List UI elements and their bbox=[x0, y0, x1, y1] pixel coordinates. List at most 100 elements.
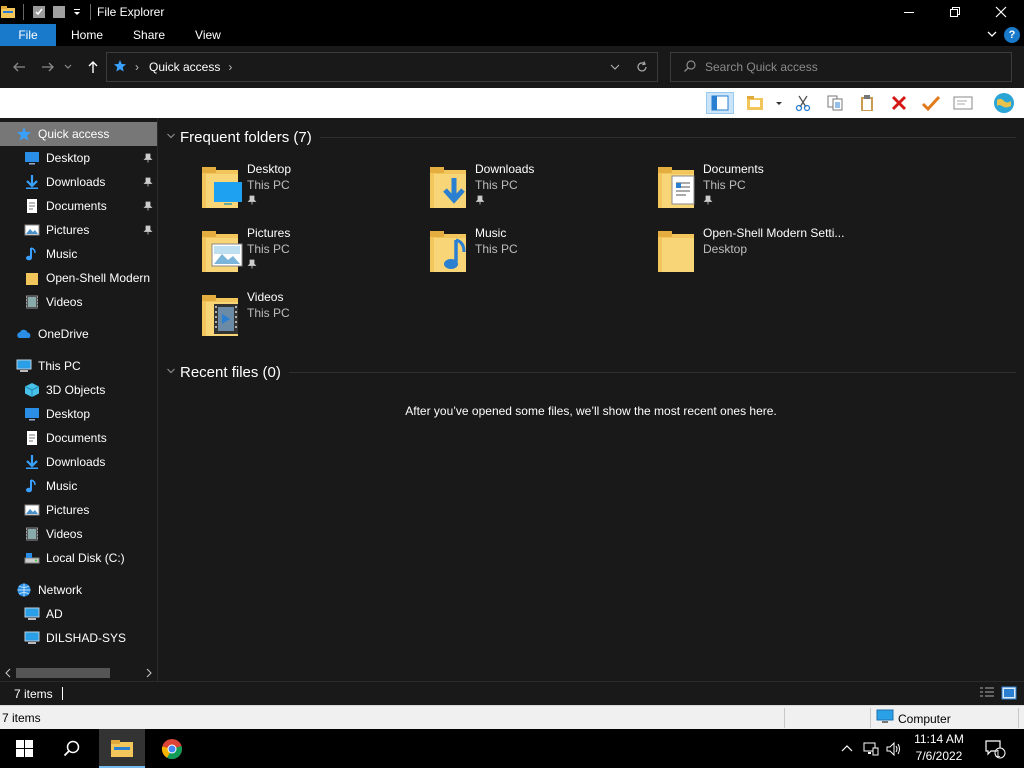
sidebar-item-music[interactable]: Music bbox=[0, 242, 157, 266]
start-button[interactable] bbox=[0, 729, 48, 768]
scrollbar-thumb[interactable] bbox=[16, 668, 110, 678]
minimize-button[interactable] bbox=[886, 0, 932, 24]
forward-button[interactable] bbox=[38, 57, 58, 77]
explorer-app-icon[interactable] bbox=[1, 5, 15, 19]
folder-icon bbox=[656, 228, 700, 274]
folder-tile[interactable]: Music This PC bbox=[428, 226, 656, 286]
properties-check-icon[interactable] bbox=[919, 92, 943, 114]
sidebar-item-desktop[interactable]: Desktop bbox=[0, 146, 157, 170]
drive-icon bbox=[24, 550, 40, 566]
quick-access-star-icon bbox=[113, 59, 127, 76]
sidebar-item-desktop[interactable]: Desktop bbox=[0, 402, 157, 426]
sidebar-item-downloads[interactable]: Downloads bbox=[0, 170, 157, 194]
cut-icon[interactable] bbox=[791, 92, 815, 114]
sidebar-item-quick-access[interactable]: Quick access bbox=[0, 122, 157, 146]
search-taskbar-button[interactable] bbox=[48, 729, 96, 768]
back-button[interactable] bbox=[9, 57, 29, 77]
sidebar-item-downloads[interactable]: Downloads bbox=[0, 450, 157, 474]
downloads-folder-icon bbox=[428, 164, 472, 210]
help-icon[interactable]: ? bbox=[1004, 27, 1020, 43]
title-bar: File Explorer bbox=[0, 0, 1024, 24]
restore-button[interactable] bbox=[932, 0, 978, 24]
folder-name: Music bbox=[475, 226, 507, 240]
sidebar-item-label: Open-Shell Modern bbox=[46, 271, 151, 285]
sidebar-horizontal-scrollbar[interactable] bbox=[0, 664, 157, 681]
tab-share[interactable]: Share bbox=[118, 24, 180, 46]
sidebar-item-ad[interactable]: AD bbox=[0, 602, 157, 626]
recent-locations-chevron-icon[interactable] bbox=[62, 57, 74, 77]
music-folder-icon bbox=[428, 228, 472, 274]
sidebar-item-pictures[interactable]: Pictures bbox=[0, 498, 157, 522]
collapse-chevron-icon[interactable] bbox=[166, 365, 176, 379]
address-bar[interactable]: › Quick access › bbox=[106, 52, 658, 82]
folder-tile[interactable]: Desktop This PC bbox=[200, 162, 428, 222]
delete-icon[interactable] bbox=[887, 92, 911, 114]
refresh-icon[interactable] bbox=[635, 60, 649, 77]
navigation-pane: Quick access Desktop Downloads Documents Pic… bbox=[0, 118, 157, 664]
options-dropdown-chevron-icon[interactable] bbox=[772, 92, 786, 114]
customize-qat-icon[interactable] bbox=[72, 5, 82, 19]
tab-file[interactable]: File bbox=[0, 24, 56, 46]
pin-icon bbox=[141, 200, 153, 214]
action-center-button[interactable]: 1 bbox=[980, 729, 1010, 768]
network-icon bbox=[16, 582, 32, 598]
video-icon bbox=[24, 526, 40, 542]
paste-icon[interactable] bbox=[855, 92, 879, 114]
folder-name: Downloads bbox=[475, 162, 535, 176]
desktop-icon bbox=[24, 406, 40, 422]
search-box[interactable]: Search Quick access bbox=[670, 52, 1012, 82]
sidebar-item-videos[interactable]: Videos bbox=[0, 290, 157, 314]
folder-icon bbox=[24, 270, 40, 286]
frequent-folders-header[interactable]: Frequent folders (7) bbox=[166, 125, 1016, 149]
volume-tray-icon[interactable] bbox=[884, 729, 904, 768]
network-tray-icon[interactable] bbox=[861, 729, 881, 768]
sidebar-item-3d-objects[interactable]: 3D Objects bbox=[0, 378, 157, 402]
navigation-pane-icon[interactable] bbox=[706, 92, 734, 114]
sidebar-item-network[interactable]: Network bbox=[0, 578, 157, 602]
collapse-chevron-icon[interactable] bbox=[166, 130, 176, 144]
sidebar-item-documents[interactable]: Documents bbox=[0, 194, 157, 218]
new-folder-icon[interactable] bbox=[52, 5, 66, 19]
folder-tile[interactable]: Pictures This PC bbox=[200, 226, 428, 286]
scroll-left-icon[interactable] bbox=[4, 667, 12, 681]
sidebar-item-open-shell-modern[interactable]: Open-Shell Modern bbox=[0, 266, 157, 290]
tab-view[interactable]: View bbox=[180, 24, 236, 46]
folder-tile[interactable]: Open-Shell Modern Setti... Desktop bbox=[656, 226, 884, 286]
sidebar-item-label: Quick access bbox=[38, 127, 110, 141]
file-explorer-taskbar-button[interactable] bbox=[99, 729, 145, 768]
show-hidden-icons-chevron-icon[interactable] bbox=[838, 729, 856, 768]
close-button[interactable] bbox=[978, 0, 1024, 24]
qat-divider bbox=[23, 4, 24, 20]
sidebar-item-local-disk-c[interactable]: Local Disk (C:) bbox=[0, 546, 157, 570]
sidebar-item-videos[interactable]: Videos bbox=[0, 522, 157, 546]
recent-files-header[interactable]: Recent files (0) bbox=[166, 360, 1016, 384]
details-view-icon[interactable] bbox=[979, 686, 995, 700]
sidebar-item-dilshad-sys[interactable]: DILSHAD-SYS bbox=[0, 626, 157, 650]
folder-tile[interactable]: Documents This PC bbox=[656, 162, 884, 222]
tab-home[interactable]: Home bbox=[56, 24, 118, 46]
breadcrumb-quick-access[interactable]: Quick access bbox=[149, 60, 220, 74]
properties-icon[interactable] bbox=[32, 5, 46, 19]
zone-indicator: Computer bbox=[876, 709, 951, 728]
system-clock[interactable]: 11:14 AM 7/6/2022 bbox=[908, 731, 970, 765]
email-icon[interactable] bbox=[951, 92, 975, 114]
globe-icon[interactable] bbox=[990, 92, 1018, 114]
copy-icon[interactable] bbox=[823, 92, 847, 114]
folder-tile[interactable]: Downloads This PC bbox=[428, 162, 656, 222]
classic-status-bar: 7 items Computer bbox=[0, 705, 1024, 729]
folder-tile[interactable]: Videos This PC bbox=[200, 290, 428, 350]
status-divider bbox=[870, 708, 871, 728]
sidebar-item-documents[interactable]: Documents bbox=[0, 426, 157, 450]
scroll-right-icon[interactable] bbox=[145, 667, 153, 681]
large-icons-view-icon[interactable] bbox=[1001, 686, 1017, 700]
expand-ribbon-icon[interactable] bbox=[986, 28, 998, 43]
sidebar-item-music[interactable]: Music bbox=[0, 474, 157, 498]
folder-options-icon[interactable] bbox=[744, 92, 768, 114]
breadcrumb-chevron-icon[interactable]: › bbox=[228, 60, 232, 74]
sidebar-item-this-pc[interactable]: This PC bbox=[0, 354, 157, 378]
sidebar-item-onedrive[interactable]: OneDrive bbox=[0, 322, 157, 346]
up-button[interactable] bbox=[83, 57, 103, 77]
chrome-taskbar-button[interactable] bbox=[148, 729, 196, 768]
sidebar-item-pictures[interactable]: Pictures bbox=[0, 218, 157, 242]
address-history-chevron-icon[interactable] bbox=[609, 61, 621, 76]
